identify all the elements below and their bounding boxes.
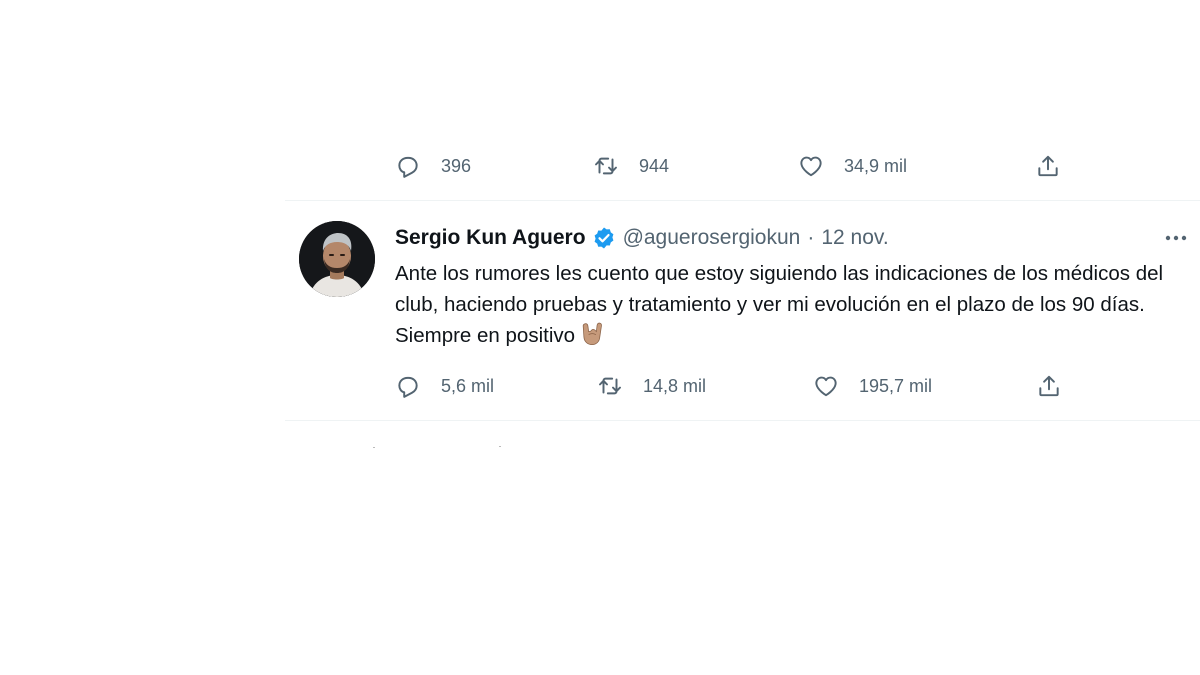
- reply-icon: [395, 373, 421, 399]
- like-count: 34,9 mil: [844, 155, 908, 176]
- share-icon: [1035, 153, 1061, 179]
- artifact-speck: [499, 446, 501, 447]
- artifact-speck: [373, 447, 375, 448]
- share-icon: [1036, 373, 1062, 399]
- tweet-actions: 5,6 mil 14,8 mil 195,7 mil: [395, 369, 1075, 403]
- tweet-text-container: Ante los rumores les cuento que estoy si…: [395, 258, 1185, 356]
- retweet-count: 944: [639, 155, 670, 176]
- reply-count: 5,6 mil: [441, 375, 495, 396]
- reply-button[interactable]: 396: [395, 149, 471, 183]
- divider: [285, 200, 1200, 201]
- like-icon: [813, 373, 839, 399]
- divider: [285, 420, 1200, 421]
- separator: ·: [807, 226, 815, 249]
- reply-button[interactable]: 5,6 mil: [395, 369, 494, 403]
- like-count: 195,7 mil: [859, 375, 933, 396]
- sign-of-the-horns-emoji: [579, 320, 606, 356]
- verified-badge-icon: [592, 226, 616, 250]
- previous-tweet-actions: 396 944 34,9 mil: [395, 149, 1075, 183]
- like-button[interactable]: 34,9 mil: [798, 149, 907, 183]
- retweet-button[interactable]: 14,8 mil: [597, 369, 706, 403]
- like-button[interactable]: 195,7 mil: [813, 369, 932, 403]
- reply-icon: [395, 153, 421, 179]
- handle[interactable]: @aguerosergiokun: [623, 226, 801, 250]
- timestamp[interactable]: 12 nov.: [821, 226, 888, 250]
- like-icon: [798, 153, 824, 179]
- avatar[interactable]: [299, 221, 375, 297]
- share-button[interactable]: [1035, 149, 1061, 183]
- tweet-text: Ante los rumores les cuento que estoy si…: [395, 262, 1164, 347]
- tweet-header: Sergio Kun Aguero @aguerosergiokun · 12 …: [395, 223, 889, 253]
- display-name[interactable]: Sergio Kun Aguero: [395, 226, 586, 250]
- retweet-count: 14,8 mil: [643, 375, 707, 396]
- share-button[interactable]: [1036, 369, 1062, 403]
- twitter-timeline: 396 944 34,9 mil Sergio Kun Aguero @ague…: [0, 0, 1200, 675]
- retweet-button[interactable]: 944: [593, 149, 669, 183]
- reply-count: 396: [441, 155, 472, 176]
- more-button[interactable]: [1160, 226, 1192, 250]
- retweet-icon: [597, 373, 623, 399]
- more-icon: [1163, 229, 1189, 247]
- retweet-icon: [593, 153, 619, 179]
